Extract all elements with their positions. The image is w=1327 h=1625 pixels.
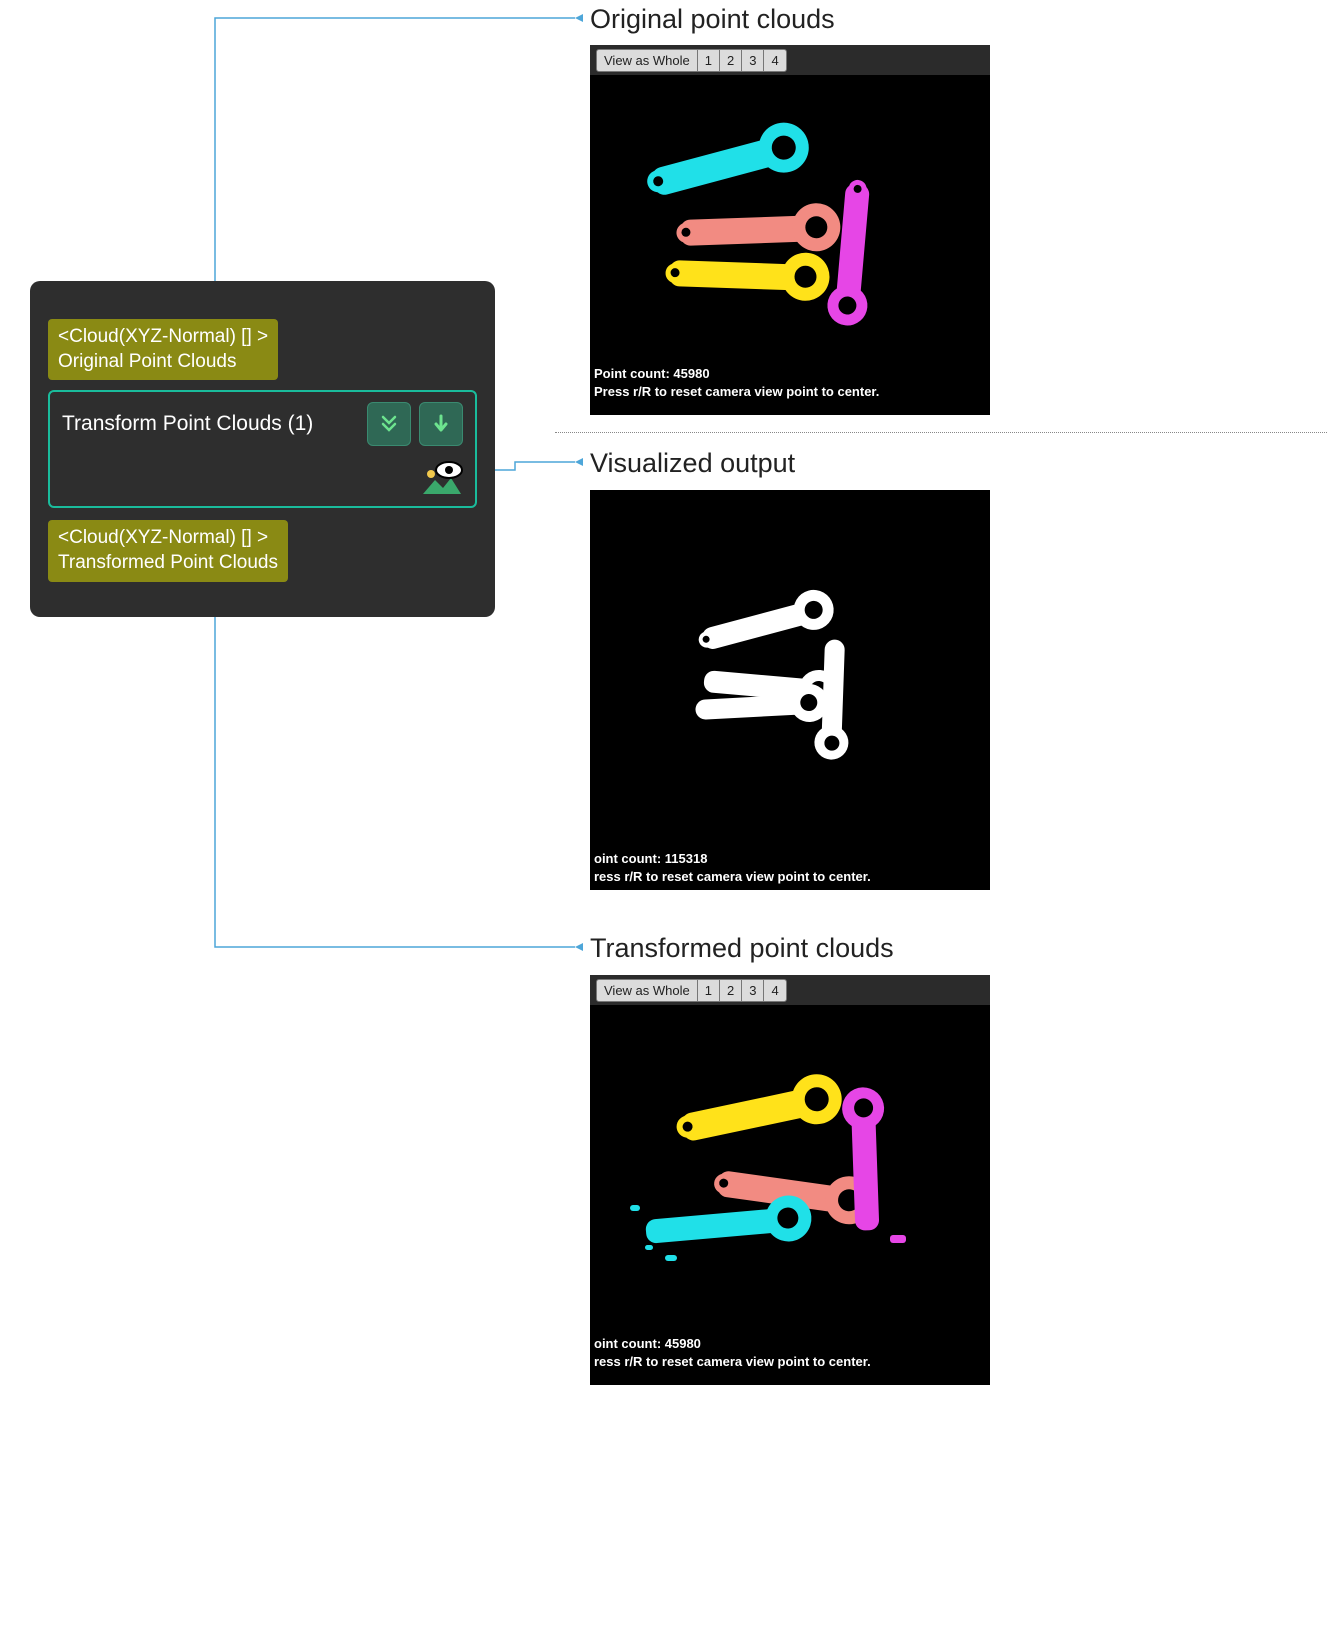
view-tab-2[interactable]: 2: [719, 49, 742, 72]
run-all-button[interactable]: [367, 402, 411, 446]
transform-node-panel: <Cloud(XYZ-Normal) [] > Original Point C…: [30, 281, 495, 617]
view-tab-1[interactable]: 1: [697, 49, 720, 72]
viewer-footer: oint count: 45980 ress r/R to reset came…: [594, 1335, 871, 1371]
output-port[interactable]: <Cloud(XYZ-Normal) [] > Transformed Poin…: [48, 520, 288, 581]
viewer-footer: Point count: 45980 Press r/R to reset ca…: [594, 365, 879, 401]
original-point-clouds-label: Original point clouds: [590, 4, 835, 35]
output-port-label: Transformed Point Clouds: [58, 551, 278, 576]
view-tab-2[interactable]: 2: [719, 979, 742, 1002]
arrow-down-icon: [429, 412, 453, 436]
point-count-text: oint count: 115318: [594, 850, 871, 868]
viewer-canvas[interactable]: oint count: 115318 ress r/R to reset cam…: [590, 490, 990, 890]
view-tab-1[interactable]: 1: [697, 979, 720, 1002]
visualized-output-label: Visualized output: [590, 448, 795, 479]
run-step-button[interactable]: [419, 402, 463, 446]
section-divider: [555, 432, 1327, 433]
reset-hint-text: ress r/R to reset camera view point to c…: [594, 868, 871, 886]
step-box[interactable]: Transform Point Clouds (1): [48, 390, 477, 508]
viewer-canvas[interactable]: Point count: 45980 Press r/R to reset ca…: [590, 75, 990, 405]
viewer-toolbar: View as Whole 1 2 3 4: [590, 45, 990, 75]
viewer-toolbar: View as Whole 1 2 3 4: [590, 975, 990, 1005]
view-tab-4[interactable]: 4: [763, 49, 786, 72]
view-as-whole-button[interactable]: View as Whole: [596, 979, 698, 1002]
transformed-point-cloud-viewer: View as Whole 1 2 3 4: [590, 975, 990, 1385]
noise-dot: [890, 1235, 906, 1243]
point-count-text: Point count: 45980: [594, 365, 879, 383]
noise-dot: [645, 1245, 653, 1250]
view-tab-3[interactable]: 3: [741, 979, 764, 1002]
output-port-type: <Cloud(XYZ-Normal) [] >: [58, 526, 278, 551]
reset-hint-text: ress r/R to reset camera view point to c…: [594, 1353, 871, 1371]
eye-over-image-icon: [421, 460, 463, 496]
visualize-output-icon[interactable]: [421, 460, 463, 496]
reset-hint-text: Press r/R to reset camera view point to …: [594, 383, 879, 401]
visualized-output-viewer: oint count: 115318 ress r/R to reset cam…: [590, 490, 990, 890]
view-as-whole-button[interactable]: View as Whole: [596, 49, 698, 72]
original-point-cloud-viewer: View as Whole 1 2 3 4: [590, 45, 990, 415]
step-title: Transform Point Clouds (1): [62, 412, 313, 436]
input-port-type: <Cloud(XYZ-Normal) [] >: [58, 325, 268, 350]
viewer-canvas[interactable]: oint count: 45980 ress r/R to reset came…: [590, 1005, 990, 1375]
view-tab-3[interactable]: 3: [741, 49, 764, 72]
input-port-label: Original Point Clouds: [58, 350, 268, 375]
transformed-point-clouds-label: Transformed point clouds: [590, 933, 894, 964]
noise-dot: [630, 1205, 640, 1211]
noise-dot: [665, 1255, 677, 1261]
view-tab-4[interactable]: 4: [763, 979, 786, 1002]
point-count-text: oint count: 45980: [594, 1335, 871, 1353]
viewer-footer: oint count: 115318 ress r/R to reset cam…: [594, 850, 871, 886]
double-chevron-down-icon: [377, 412, 401, 436]
input-port[interactable]: <Cloud(XYZ-Normal) [] > Original Point C…: [48, 319, 278, 380]
